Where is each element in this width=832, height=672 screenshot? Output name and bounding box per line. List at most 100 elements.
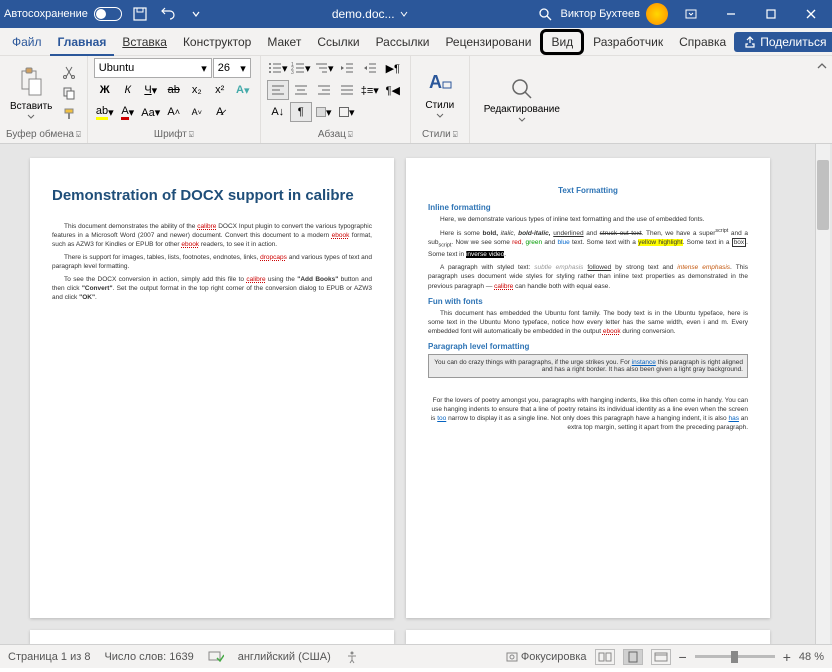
- highlight-button[interactable]: ab▾: [94, 102, 116, 122]
- tab-insert[interactable]: Вставка: [114, 28, 175, 56]
- zoom-slider[interactable]: [695, 655, 775, 658]
- language[interactable]: английский (США): [238, 651, 331, 663]
- user-avatar[interactable]: [646, 3, 668, 25]
- subscript-button[interactable]: x₂: [186, 80, 208, 100]
- ribbon-body: Вставить Буфер обмена ⍌ Ubuntu▾ 26▾ Ж К …: [0, 56, 832, 144]
- ribbon-group-paragraph: ▾ 123▾ ▾ ▶¶ ‡≡▾ ¶◀ A↓ ¶ ▾ ▾ Аб: [261, 56, 411, 143]
- focus-mode[interactable]: Фокусировка: [506, 651, 587, 663]
- search-icon[interactable]: [535, 4, 555, 24]
- borders-button[interactable]: ▾: [336, 102, 358, 122]
- shading-button[interactable]: ▾: [313, 102, 335, 122]
- heading-inline: Inline formatting: [428, 203, 748, 212]
- change-case-button[interactable]: Aa▾: [140, 102, 162, 122]
- bold-button[interactable]: Ж: [94, 80, 116, 100]
- tab-view[interactable]: Вид: [540, 29, 584, 55]
- page-3-stub: [30, 630, 394, 644]
- tab-references[interactable]: Ссылки: [309, 28, 367, 56]
- word-count[interactable]: Число слов: 1639: [104, 651, 193, 663]
- align-right-button[interactable]: [313, 80, 335, 100]
- chevron-down-icon: [27, 114, 35, 119]
- justify-button[interactable]: [336, 80, 358, 100]
- shrink-font-button[interactable]: A˅: [186, 102, 208, 122]
- tab-review[interactable]: Рецензировани: [437, 28, 539, 56]
- maximize-button[interactable]: [754, 0, 788, 28]
- increase-indent-button[interactable]: [359, 58, 381, 78]
- align-left-button[interactable]: [267, 80, 289, 100]
- page-title: Demonstration of DOCX support in calibre: [52, 186, 372, 206]
- undo-icon[interactable]: [158, 4, 178, 24]
- bullets-button[interactable]: ▾: [267, 58, 289, 78]
- ltr-button[interactable]: ▶¶: [382, 58, 404, 78]
- ribbon-group-clipboard: Вставить Буфер обмена ⍌: [0, 56, 88, 143]
- cut-button[interactable]: [58, 62, 80, 82]
- editing-button[interactable]: Редактирование: [476, 72, 568, 126]
- tab-layout[interactable]: Макет: [259, 28, 309, 56]
- read-mode-button[interactable]: [595, 649, 615, 665]
- tab-home[interactable]: Главная: [50, 28, 115, 56]
- format-painter-button[interactable]: [58, 104, 80, 124]
- font-size-combo[interactable]: 26▾: [213, 58, 251, 78]
- copy-button[interactable]: [58, 83, 80, 103]
- numbering-button[interactable]: 123▾: [290, 58, 312, 78]
- multilevel-button[interactable]: ▾: [313, 58, 335, 78]
- underline-button[interactable]: Ч▾: [140, 80, 162, 100]
- autosave-toggle[interactable]: Автосохранение: [4, 7, 122, 21]
- chevron-down-icon: [518, 117, 526, 122]
- tab-mailings[interactable]: Рассылки: [368, 28, 438, 56]
- chevron-down-icon: [399, 9, 409, 19]
- collapse-ribbon-icon[interactable]: [812, 56, 832, 143]
- ribbon-options-icon[interactable]: [674, 0, 708, 28]
- accessibility-icon[interactable]: [345, 650, 359, 664]
- decrease-indent-button[interactable]: [336, 58, 358, 78]
- tab-file[interactable]: Файл: [4, 28, 50, 56]
- strikethrough-button[interactable]: ab: [163, 80, 185, 100]
- font-family-combo[interactable]: Ubuntu▾: [94, 58, 212, 78]
- clear-format-button[interactable]: A̷: [209, 102, 231, 122]
- zoom-level[interactable]: 48 %: [799, 651, 824, 663]
- spellcheck-icon[interactable]: [208, 650, 224, 664]
- align-center-button[interactable]: [290, 80, 312, 100]
- document-area: Demonstration of DOCX support in calibre…: [0, 144, 832, 644]
- styles-icon: A: [425, 68, 455, 98]
- show-marks-button[interactable]: ¶: [290, 102, 312, 122]
- tab-design[interactable]: Конструктор: [175, 28, 259, 56]
- body-text: To see the DOCX conversion in action, si…: [52, 275, 372, 302]
- tab-help[interactable]: Справка: [671, 28, 734, 56]
- sort-button[interactable]: A↓: [267, 102, 289, 122]
- superscript-button[interactable]: x²: [209, 80, 231, 100]
- save-icon[interactable]: [130, 4, 150, 24]
- chevron-down-icon: [436, 113, 444, 118]
- paste-button[interactable]: Вставить: [6, 65, 56, 121]
- print-layout-button[interactable]: [623, 649, 643, 665]
- body-text: For the lovers of poetry amongst you, pa…: [428, 396, 748, 432]
- body-text: Here is some bold, italic, bold-italic, …: [428, 228, 748, 259]
- zoom-out-button[interactable]: −: [679, 649, 687, 665]
- close-button[interactable]: [794, 0, 828, 28]
- heading-fonts: Fun with fonts: [428, 297, 748, 306]
- minimize-button[interactable]: [714, 0, 748, 28]
- web-layout-button[interactable]: [651, 649, 671, 665]
- font-color-button[interactable]: A▾: [117, 102, 139, 122]
- line-spacing-button[interactable]: ‡≡▾: [359, 80, 381, 100]
- scrollbar-thumb[interactable]: [817, 160, 829, 230]
- rtl-button[interactable]: ¶◀: [382, 80, 404, 100]
- page-count[interactable]: Страница 1 из 8: [8, 651, 90, 663]
- toggle-switch-icon[interactable]: [94, 7, 122, 21]
- tab-developer[interactable]: Разработчик: [585, 28, 671, 56]
- dropdown-icon[interactable]: [186, 4, 206, 24]
- ribbon-group-font: Ubuntu▾ 26▾ Ж К Ч▾ ab x₂ x² A▾ ab▾ A▾ Aa…: [88, 56, 261, 143]
- styles-button[interactable]: A Стили: [417, 64, 463, 122]
- text-effects-button[interactable]: A▾: [232, 80, 254, 100]
- ribbon-group-editing: Редактирование: [470, 56, 574, 143]
- zoom-in-button[interactable]: +: [783, 649, 791, 665]
- share-button[interactable]: Поделиться: [734, 32, 832, 52]
- svg-text:A: A: [429, 72, 442, 92]
- ribbon-tabs: Файл Главная Вставка Конструктор Макет С…: [0, 28, 832, 56]
- body-text: There is support for images, tables, lis…: [52, 253, 372, 271]
- italic-button[interactable]: К: [117, 80, 139, 100]
- ribbon-group-styles: A Стили Стили ⍌: [411, 56, 470, 143]
- find-icon: [509, 76, 535, 102]
- user-name: Виктор Бухтеев: [561, 8, 640, 20]
- grow-font-button[interactable]: A˄: [163, 102, 185, 122]
- paste-icon: [17, 67, 45, 99]
